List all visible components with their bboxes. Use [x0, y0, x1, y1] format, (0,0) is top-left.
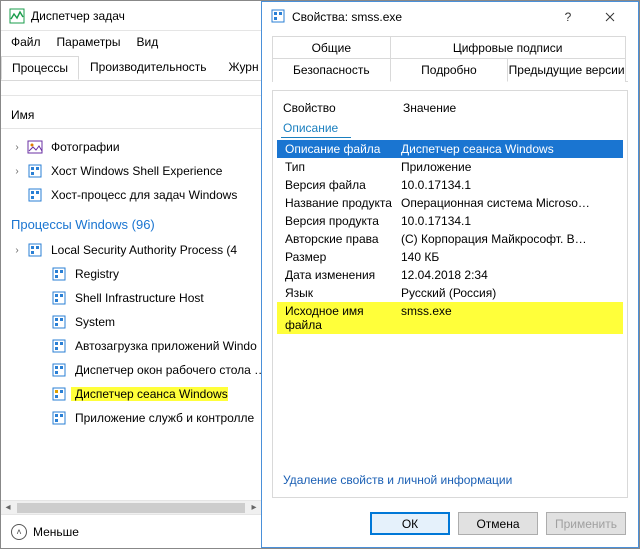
remove-properties-link[interactable]: Удаление свойств и личной информации [277, 463, 623, 491]
horizontal-scrollbar[interactable]: ◂ ▸ [1, 500, 261, 514]
item-label: Диспетчер окон рабочего стола … [71, 363, 266, 377]
prop-name: Исходное имя файла [281, 304, 401, 332]
cancel-button[interactable]: Отмена [458, 512, 538, 535]
scroll-thumb[interactable] [17, 503, 245, 513]
tab-security[interactable]: Безопасность [272, 58, 391, 82]
scroll-left-icon[interactable]: ◂ [1, 502, 15, 513]
help-button[interactable]: ? [548, 3, 588, 31]
taskmgr-icon [9, 8, 25, 24]
prop-headers: Свойство Значение [277, 97, 623, 119]
scroll-right-icon[interactable]: ▸ [247, 502, 261, 513]
prop-name: Тип [281, 160, 401, 174]
process-icon [27, 242, 43, 258]
menu-file[interactable]: Файл [11, 35, 41, 49]
prop-value: 10.0.17134.1 [401, 178, 619, 192]
property-row[interactable]: Описание файлаДиспетчер сеанса Windows [277, 140, 623, 158]
property-row[interactable]: Версия продукта10.0.17134.1 [277, 212, 623, 230]
item-label: Приложение служб и контролле [71, 411, 254, 425]
item-label: Shell Infrastructure Host [71, 291, 204, 305]
menu-options[interactable]: Параметры [57, 35, 121, 49]
tab-signatures[interactable]: Цифровые подписи [390, 36, 626, 59]
item-label: Фотографии [47, 140, 120, 154]
prop-name: Версия продукта [281, 214, 401, 228]
property-row[interactable]: Дата изменения12.04.2018 2:34 [277, 266, 623, 284]
menu-view[interactable]: Вид [136, 35, 158, 49]
item-label: Local Security Authority Process (4 [47, 243, 237, 257]
tab-general[interactable]: Общие [272, 36, 391, 59]
process-icon [51, 338, 67, 354]
prop-name: Дата изменения [281, 268, 401, 282]
prop-value: Диспетчер сеанса Windows [401, 142, 619, 156]
prop-name: Версия файла [281, 178, 401, 192]
property-row[interactable]: Исходное имя файлаsmss.exe [277, 302, 623, 334]
dlg-titlebar[interactable]: Свойства: smss.exe ? [262, 2, 638, 32]
tab-processes[interactable]: Процессы [1, 56, 79, 80]
col-name[interactable]: Имя [11, 108, 34, 122]
process-icon [51, 362, 67, 378]
close-icon [605, 12, 615, 22]
tab-performance[interactable]: Производительность [79, 55, 217, 79]
dlg-title: Свойства: smss.exe [292, 10, 402, 24]
process-icon [51, 386, 67, 402]
prop-value: Приложение [401, 160, 619, 174]
ok-button[interactable]: ОК [370, 512, 450, 535]
dlg-tabs[interactable]: Общие Цифровые подписи Безопасность Подр… [272, 36, 628, 82]
item-label: Хост-процесс для задач Windows [47, 188, 237, 202]
process-icon [51, 290, 67, 306]
chevron-up-icon[interactable]: ˄ [11, 524, 27, 540]
col-property: Свойство [283, 101, 403, 115]
prop-value: (C) Корпорация Майкрософт. В… [401, 232, 619, 246]
property-row[interactable]: ЯзыкРусский (Россия) [277, 284, 623, 302]
details-panel: Свойство Значение Описание Описание файл… [272, 90, 628, 498]
prop-value: 12.04.2018 2:34 [401, 268, 619, 282]
tab-previous[interactable]: Предыдущие версии [507, 58, 626, 82]
tm-title: Диспетчер задач [31, 9, 125, 23]
apply-button[interactable]: Применить [546, 512, 626, 535]
process-icon [51, 266, 67, 282]
item-label: Registry [71, 267, 119, 281]
process-icon [51, 410, 67, 426]
fewer-details-label[interactable]: Меньше [33, 525, 79, 539]
photos-icon [27, 139, 43, 155]
process-icon [27, 163, 43, 179]
prop-group-description: Описание [281, 121, 351, 138]
prop-name: Размер [281, 250, 401, 264]
prop-name: Описание файла [281, 142, 401, 156]
col-value: Значение [403, 101, 456, 115]
prop-name: Язык [281, 286, 401, 300]
item-label: Диспетчер сеанса Windows [71, 387, 228, 401]
property-row[interactable]: Размер140 КБ [277, 248, 623, 266]
item-label: Хост Windows Shell Experience [47, 164, 222, 178]
item-label: System [71, 315, 115, 329]
property-row[interactable]: Авторские права(C) Корпорация Майкрософт… [277, 230, 623, 248]
tab-details[interactable]: Подробно [390, 58, 509, 82]
prop-name: Название продукта [281, 196, 401, 210]
prop-name: Авторские права [281, 232, 401, 246]
property-row[interactable]: Название продуктаОперационная система Mi… [277, 194, 623, 212]
chevron-right-icon[interactable]: › [11, 166, 23, 177]
close-button[interactable] [590, 3, 630, 31]
item-label: Автозагрузка приложений Windo [71, 339, 257, 353]
property-row[interactable]: ТипПриложение [277, 158, 623, 176]
file-icon [270, 8, 286, 27]
tm-footer[interactable]: ˄ Меньше [1, 514, 261, 548]
chevron-right-icon[interactable]: › [11, 245, 23, 256]
prop-value: 10.0.17134.1 [401, 214, 619, 228]
dialog-buttons: ОК Отмена Применить [262, 502, 638, 547]
prop-value: smss.exe [401, 304, 458, 332]
prop-value: 140 КБ [401, 250, 619, 264]
prop-value: Операционная система Microso… [401, 196, 619, 210]
chevron-right-icon[interactable]: › [11, 142, 23, 153]
process-icon [51, 314, 67, 330]
properties-dialog[interactable]: Свойства: smss.exe ? Общие Цифровые подп… [261, 1, 639, 548]
property-row[interactable]: Версия файла10.0.17134.1 [277, 176, 623, 194]
prop-value: Русский (Россия) [401, 286, 619, 300]
process-icon [27, 187, 43, 203]
